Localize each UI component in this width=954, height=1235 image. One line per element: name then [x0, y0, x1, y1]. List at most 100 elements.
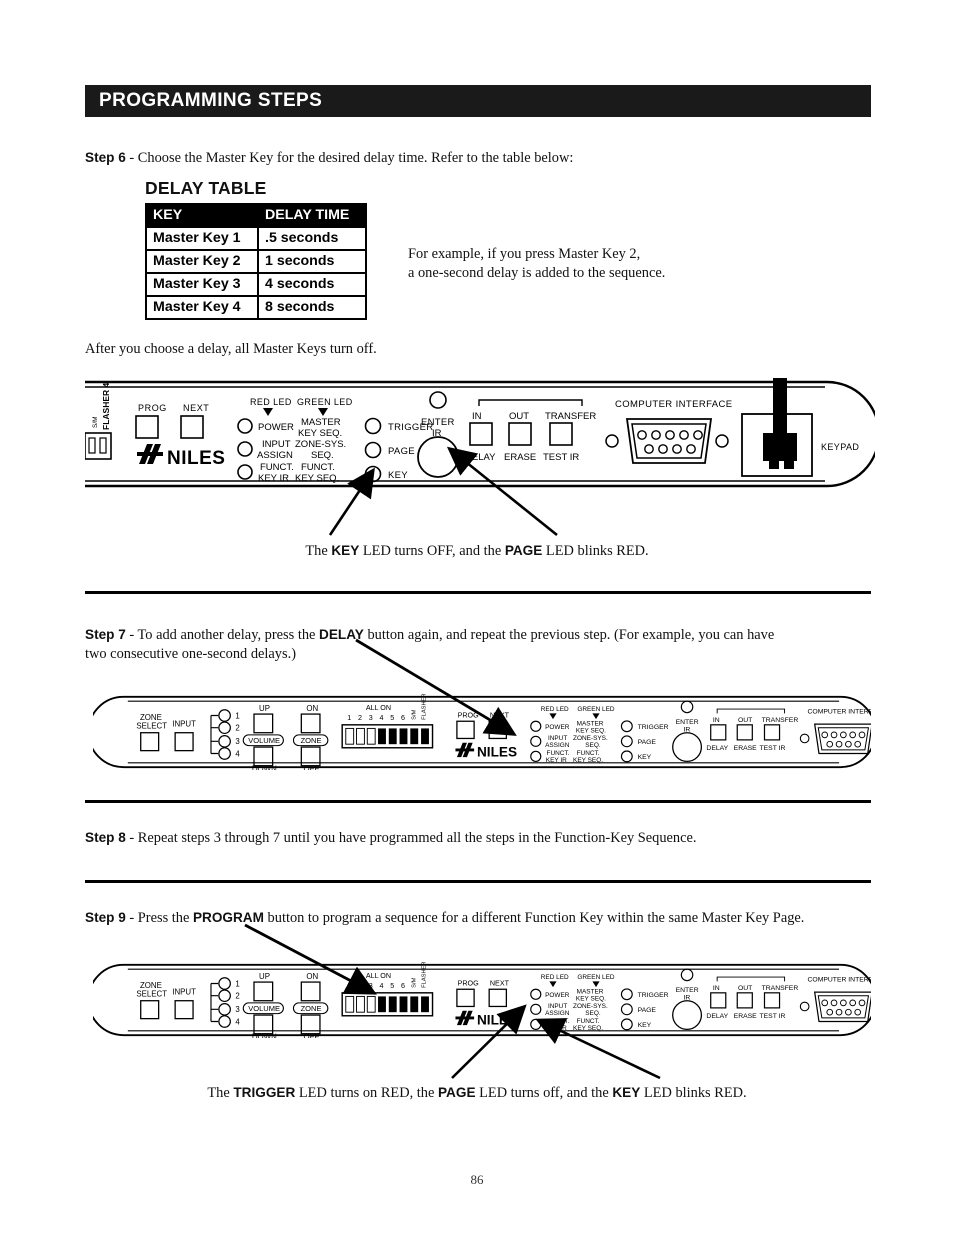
- label-funct-1: FUNCT.: [260, 462, 294, 473]
- zone-number-1: 1: [235, 711, 239, 720]
- label-key-seq-c: KEY SEQ.: [576, 996, 606, 1003]
- label-up: UP: [259, 704, 270, 713]
- label-seq-2: SEQ.: [585, 742, 601, 749]
- label-master-2: MASTER: [577, 721, 604, 728]
- zone-number-2: 2: [235, 724, 239, 733]
- callout-arrows-layer-2: [355, 638, 517, 736]
- delay-table: KEY DELAY TIME Master Key 1 .5 seconds M…: [145, 203, 367, 320]
- label-key-seq-3: KEY SEQ.: [573, 757, 603, 764]
- label-page-3: PAGE: [638, 1007, 657, 1014]
- zone-number-1-3: 1: [235, 979, 239, 988]
- caption1-part-d: LED blinks RED.: [542, 543, 649, 559]
- label-key-ir-2: KEY IR: [546, 757, 567, 764]
- green-led-arrow-icon: [318, 408, 328, 416]
- label-test-ir-2: TEST IR: [759, 745, 785, 752]
- zone-2-led-3: [218, 989, 231, 1003]
- table-row: Master Key 2 1 seconds: [145, 249, 367, 274]
- power-led: [237, 418, 253, 434]
- label-delay-2: DELAY: [706, 745, 728, 752]
- dip-label-flasher4: FLASHER 4: [101, 383, 111, 431]
- label-key-3: KEY: [638, 1022, 652, 1029]
- funct-key-ir-led: [237, 464, 253, 480]
- dip-numbers: 123 456: [347, 714, 405, 722]
- input-button-3: [174, 1000, 194, 1020]
- label-enter-2: ENTER: [676, 719, 699, 726]
- svg-text:4: 4: [379, 982, 383, 990]
- label-funct-2: FUNCT.: [301, 462, 335, 473]
- section-divider-3: [85, 880, 871, 883]
- caption3-part-d: LED turns off, and the: [475, 1085, 613, 1101]
- keypad-plug: [763, 433, 797, 461]
- page-number: 86: [470, 1172, 484, 1187]
- zone-select-button: [140, 732, 160, 752]
- label-transfer-3: TRANSFER: [762, 985, 799, 992]
- power-led-2: [530, 720, 542, 732]
- power-led-3: [530, 988, 542, 1000]
- svg-text:3: 3: [369, 982, 373, 990]
- zone-led-bus: [210, 714, 219, 755]
- ir-receiver-icon-2: [680, 700, 694, 714]
- enter-ir-button-3: [672, 1000, 703, 1031]
- step-7-line-2: two consecutive one-second delays.): [85, 646, 296, 662]
- section-divider-1: [85, 591, 871, 594]
- label-key-seq-b: KEY SEQ.: [576, 728, 606, 735]
- label-key-2: KEY: [638, 754, 652, 761]
- column-header-delay-time: DELAY TIME: [257, 203, 367, 228]
- svg-text:5: 5: [390, 982, 394, 990]
- svg-text:6: 6: [401, 714, 405, 722]
- label-funct-4: FUNCT.: [577, 750, 600, 757]
- dip-switch-block-2: [341, 724, 434, 749]
- table-row: Master Key 3 4 seconds: [145, 272, 367, 297]
- svg-text:6: 6: [401, 982, 405, 990]
- db9-connector-inner: [631, 423, 707, 459]
- label-zone-pill-3: ZONE: [301, 1004, 322, 1013]
- label-input-5: INPUT: [548, 1003, 567, 1010]
- label-all-on-3: ALL ON: [366, 972, 391, 980]
- prog-label: PROG: [138, 403, 167, 413]
- label-on: ON: [306, 704, 318, 713]
- label-keypad: KEYPAD: [821, 442, 859, 452]
- delay-button: [469, 422, 493, 446]
- label-zone: ZONE: [140, 713, 162, 722]
- caption3-page-bold: PAGE: [438, 1085, 476, 1100]
- db9-outer-3: [813, 991, 871, 1023]
- green-led-arrow-icon-2: [592, 713, 600, 720]
- red-led-arrow-icon-3: [549, 981, 557, 988]
- page-title: PROGRAMMING STEPS: [99, 90, 323, 111]
- label-seq-3: SEQ.: [585, 1010, 601, 1017]
- label-master-3: MASTER: [577, 989, 604, 996]
- zone-select-button-3: [140, 1000, 160, 1020]
- db9-pins-2: [821, 731, 866, 748]
- step-9-body-b: - Press the: [125, 910, 193, 926]
- niles-wordmark-3: NILES: [477, 1012, 517, 1027]
- svg-text:5: 5: [390, 714, 394, 722]
- zone-4-led: [218, 747, 231, 760]
- caption1-page-bold: PAGE: [504, 543, 543, 558]
- step-6-text: Step 6 - Choose the Master Key for the d…: [85, 148, 875, 168]
- db9-connector-outer: [625, 418, 713, 464]
- input-assign-led-3: [530, 1003, 542, 1015]
- caption1-part-c: LED turns OFF, and the: [359, 543, 505, 559]
- label-zone-pill: ZONE: [301, 736, 322, 745]
- zone-number-3: 3: [235, 737, 240, 746]
- step-8-body: - Repeat steps 3 through 7 until you hav…: [125, 830, 697, 846]
- label-volume: VOLUME: [248, 736, 280, 745]
- next-label-3: NEXT: [490, 980, 510, 988]
- red-led-heading-3: RED LED: [541, 974, 569, 981]
- callout-arrows-layer-3: [244, 923, 661, 1080]
- dip-switch-positions-3: [345, 995, 429, 1013]
- db9-outer-2: [813, 723, 871, 755]
- svg-text:2: 2: [358, 714, 362, 722]
- db9-screw-left-2: [799, 733, 810, 744]
- step-6-body: - Choose the Master Key for the desired …: [125, 150, 574, 166]
- device-panel-3: ZONE SELECT INPUT 1 2 3 4 UP VOLUME DOWN…: [93, 962, 871, 1038]
- label-down: DOWN: [252, 764, 277, 770]
- table-row: Master Key 1 .5 seconds: [145, 226, 367, 251]
- step-6-label: Step 6: [85, 150, 126, 165]
- prog-label-3: PROG: [458, 980, 480, 988]
- ir-receiver-icon-3: [680, 968, 694, 982]
- example-note-line-2: a one-second delay is added to the seque…: [408, 265, 666, 281]
- zone-on-button: [300, 713, 321, 734]
- prog-button-3: [456, 988, 475, 1008]
- red-led-arrow-icon-2: [549, 713, 557, 720]
